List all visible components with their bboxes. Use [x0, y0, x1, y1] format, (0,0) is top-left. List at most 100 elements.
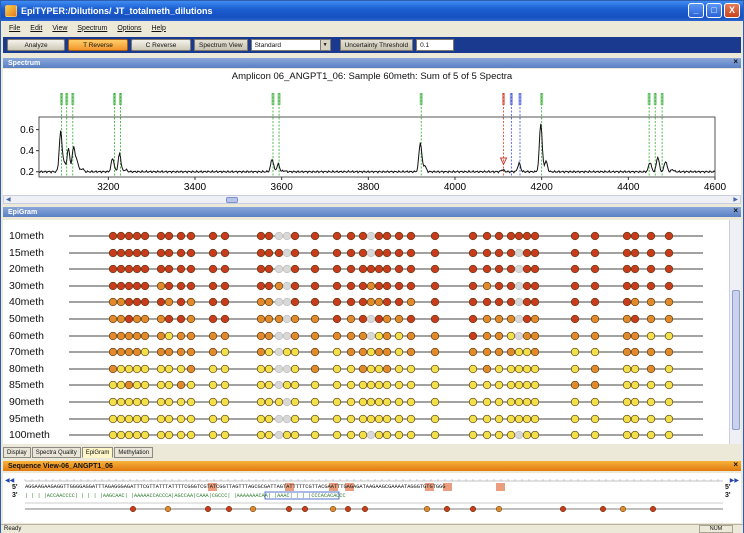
cpg-circle — [664, 364, 674, 373]
cpg-circle — [274, 231, 284, 241]
cpg-circle — [274, 314, 284, 324]
close-icon[interactable]: × — [733, 460, 738, 469]
tab-spectra-quality[interactable]: Spectra Quality — [31, 447, 81, 458]
cpg-circle — [374, 314, 384, 324]
cpg-circle — [116, 364, 126, 373]
tab-display[interactable]: Display — [3, 447, 31, 458]
cpg-circle — [164, 265, 174, 274]
spectrum-horizontal-scrollbar[interactable]: ◀ ▶ — [3, 195, 741, 204]
cpg-circle — [176, 381, 186, 390]
uncertainty-threshold-input[interactable]: 0.1 — [416, 39, 455, 51]
toolbar: Analyze T Reverse C Reverse Spectrum Vie… — [3, 37, 741, 53]
epigram-row[interactable]: 60meth — [3, 327, 729, 345]
cpg-circle — [374, 364, 384, 373]
x-tick-label: 3600 — [271, 182, 294, 193]
cpg-circle — [108, 231, 118, 241]
cpg-circle — [282, 314, 292, 324]
cpg-circle — [430, 281, 440, 290]
cpg-circle — [108, 431, 118, 440]
epigram-row[interactable]: 20meth — [3, 260, 729, 278]
c-reverse-button[interactable]: C Reverse — [131, 39, 191, 51]
cpg-circle — [274, 364, 284, 373]
cpg-circle — [494, 265, 504, 274]
epigram-row[interactable]: 10meth — [3, 227, 729, 245]
scrollbar-thumb[interactable] — [732, 290, 740, 430]
cpg-circle — [382, 298, 392, 307]
cpg-circle — [346, 414, 356, 423]
epigram-panel: 10meth 15meth 20meth 30meth 40meth 50meth 60me… — [3, 220, 729, 444]
epigram-vertical-scrollbar[interactable] — [729, 220, 741, 444]
epigram-row[interactable]: 50meth — [3, 310, 729, 328]
cpg-circle — [382, 431, 392, 440]
cpg-circle — [220, 431, 230, 440]
menu-view[interactable]: View — [52, 25, 67, 32]
cpg-circle — [310, 298, 320, 307]
epigram-row[interactable]: 70meth — [3, 343, 729, 361]
epigram-row-graphic — [69, 414, 703, 423]
cpg-circle — [186, 331, 196, 340]
maximize-button[interactable]: □ — [706, 3, 722, 18]
cpg-circle — [358, 348, 368, 357]
menu-edit[interactable]: Edit — [30, 25, 42, 32]
cpg-circle — [494, 231, 504, 241]
cpg-circle — [482, 348, 492, 357]
cpg-circle — [522, 231, 532, 241]
cpg-circle — [374, 348, 384, 357]
cpg-circle — [482, 364, 492, 373]
epigram-row[interactable]: 90meth — [3, 393, 729, 411]
close-icon[interactable]: × — [733, 57, 738, 66]
minimize-button[interactable]: _ — [688, 3, 704, 18]
cpg-circle — [256, 431, 266, 440]
epigram-row[interactable]: 40meth — [3, 293, 729, 311]
cpg-circle — [430, 381, 440, 390]
epigram-row-graphic — [69, 281, 703, 290]
chevron-down-icon[interactable]: ▼ — [319, 40, 330, 50]
cpg-circle — [208, 364, 218, 373]
epigram-row[interactable]: 100meth — [3, 426, 729, 444]
cpg-circle — [124, 397, 134, 407]
menu-spectrum[interactable]: Spectrum — [77, 25, 107, 32]
t-reverse-button[interactable]: T Reverse — [68, 39, 128, 51]
spectrum-view-select[interactable]: Standard ▼ — [250, 39, 331, 51]
epigram-row[interactable]: 15meth — [3, 244, 729, 262]
menu-options[interactable]: Options — [117, 25, 141, 32]
cpg-circle — [394, 431, 404, 440]
cpg-circle — [514, 248, 524, 257]
epigram-row[interactable]: 80meth — [3, 360, 729, 378]
analyze-button[interactable]: Analyze — [7, 39, 65, 51]
cpg-circle — [282, 265, 292, 274]
cpg-circle — [186, 231, 196, 241]
cpg-circle — [264, 281, 274, 290]
menu-help[interactable]: Help — [151, 25, 165, 32]
menu-file[interactable]: File — [9, 25, 20, 32]
cpg-circle — [116, 281, 126, 290]
close-icon[interactable]: × — [733, 206, 738, 215]
cpg-circle — [406, 298, 416, 307]
cpg-circle — [570, 381, 580, 390]
epigram-row[interactable]: 30meth — [3, 277, 729, 295]
cpg-circle — [646, 314, 656, 324]
cpg-circle — [374, 281, 384, 290]
scroll-right-icon[interactable]: ▶ — [733, 196, 738, 203]
epigram-row[interactable]: 95meth — [3, 410, 729, 428]
epigram-row[interactable]: 85meth — [3, 376, 729, 394]
cpg-circle — [423, 505, 431, 513]
scroll-left-icon[interactable]: ◀ — [6, 196, 11, 203]
title-bar: EpiTYPER:/Dilutions/ JT_totalmeth_diluti… — [1, 1, 743, 21]
scrollbar-thumb[interactable] — [226, 197, 238, 203]
close-button[interactable]: X — [724, 3, 740, 18]
window-title: EpiTYPER:/Dilutions/ JT_totalmeth_diluti… — [21, 6, 213, 16]
tab-epigram[interactable]: EpiGram — [81, 447, 114, 458]
nav-first-icon[interactable]: ◀◀ — [5, 477, 14, 484]
cpg-circle — [646, 298, 656, 307]
cpg-circle — [406, 281, 416, 290]
tab-methylation[interactable]: Methylation — [114, 447, 154, 458]
cpg-circle — [530, 281, 540, 290]
cpg-circle — [570, 397, 580, 407]
cpg-circle — [366, 364, 376, 373]
cpg-circle — [310, 331, 320, 340]
cpg-circle — [116, 348, 126, 357]
nav-last-icon[interactable]: ▶▶ — [730, 477, 739, 484]
cpg-circle — [274, 298, 284, 307]
cpg-circle — [382, 231, 392, 241]
